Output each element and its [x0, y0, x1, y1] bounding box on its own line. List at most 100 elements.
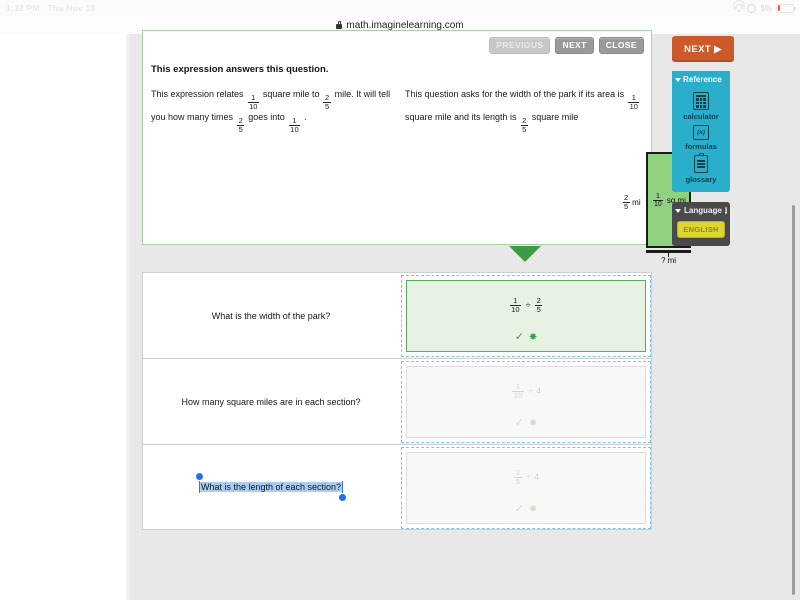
status-bar-right: 5%: [733, 0, 796, 13]
answer-operator: ÷: [528, 386, 534, 396]
status-bar: 1:32 PM Thu Nov 19 5%: [0, 0, 800, 16]
drop-zone[interactable]: 2 5 ÷ 4 ✓ ✸: [401, 447, 651, 529]
reference-panel-title: Reference: [683, 75, 722, 84]
next-button[interactable]: NEXT: [555, 37, 594, 54]
answer-status-icons: ✓ ✸: [407, 332, 645, 343]
tool-glossary-label: glossary: [685, 175, 717, 184]
triangle-down-icon[interactable]: [675, 77, 681, 82]
answer-card[interactable]: 1 10 ÷ 4 ✓ ✸: [406, 366, 646, 438]
explanation-left-column: This expression relates 1 10 square mile…: [151, 87, 401, 133]
language-english-button[interactable]: ENGLISH: [677, 221, 725, 238]
previous-button[interactable]: PREVIOUS: [489, 37, 551, 54]
drop-zone[interactable]: 1 10 ÷ 4 ✓ ✸: [401, 361, 651, 443]
fraction-2-5-a: 2 5: [323, 93, 331, 111]
language-panel: Language i ENGLISH: [672, 202, 730, 246]
tool-calculator[interactable]: calculator: [672, 92, 730, 121]
fraction-2-5-b: 2 5: [237, 116, 245, 134]
right-text-2: square mile and its length is: [405, 112, 517, 123]
check-icon: ✓: [514, 417, 524, 429]
answer-fraction-left: 1 10: [512, 382, 524, 400]
answer-operand-right: 4: [534, 472, 540, 482]
fraction-2-5-c: 2 5: [520, 116, 528, 134]
prompt-text-selected[interactable]: What is the length of each section?: [143, 445, 399, 529]
left-gutter-edge: [126, 34, 130, 600]
answer-status-icons: ✓ ✸: [407, 418, 645, 429]
selection-caret-right: [341, 481, 344, 493]
text-selection[interactable]: What is the length of each section?: [195, 473, 347, 501]
tool-calculator-label: calculator: [683, 112, 719, 121]
answer-operator: ÷: [526, 472, 532, 482]
triangle-down-icon[interactable]: [675, 208, 681, 213]
selection-caret-left: [198, 481, 201, 493]
left-gutter: [0, 34, 130, 600]
sparkle-icon[interactable]: ✸: [529, 504, 537, 515]
url-inner: math.imaginelearning.com: [336, 19, 464, 31]
left-text-5: .: [304, 112, 307, 123]
status-date: Thu Nov 19: [47, 3, 96, 13]
answer-status-icons: ✓ ✸: [407, 504, 645, 515]
sparkle-icon[interactable]: ✸: [529, 332, 537, 343]
right-text-1: This question asks for the width of the …: [405, 89, 625, 99]
calculator-icon: [693, 92, 709, 110]
next-activity-label: NEXT: [684, 43, 712, 55]
language-panel-title: Language: [684, 206, 722, 215]
table-row: How many square miles are in each sectio…: [142, 358, 652, 444]
left-text-1: This expression relates: [151, 89, 244, 99]
url-text: math.imaginelearning.com: [346, 19, 464, 31]
selection-handle-start[interactable]: [195, 473, 203, 480]
answer-expression: 1 10 ÷ 4: [407, 383, 645, 399]
fraction-1-10-c: 1 10: [628, 93, 640, 111]
status-bar-left: 1:32 PM Thu Nov 19: [6, 3, 95, 13]
tool-formulas-label: formulas: [685, 142, 717, 151]
answer-fraction-right: 2 5: [535, 296, 543, 314]
close-button[interactable]: CLOSE: [598, 37, 644, 54]
vertical-scrollbar[interactable]: [792, 205, 795, 595]
tool-glossary[interactable]: glossary: [672, 153, 730, 184]
check-icon: ✓: [514, 331, 524, 343]
fraction-1-10-a: 1 10: [247, 93, 259, 111]
play-arrow-icon: ▶: [714, 43, 722, 55]
fraction-1-10-diagram: 1 10: [652, 192, 664, 208]
wifi-icon: [733, 0, 745, 12]
table-row: What is the length of each section? 2 5 …: [142, 444, 652, 530]
tool-formulas[interactable]: (x) formulas: [672, 125, 730, 151]
prompt-text: How many square miles are in each sectio…: [181, 396, 361, 407]
diagram-width-label: ? mi: [660, 256, 677, 265]
prompt-text: What is the width of the park?: [211, 310, 331, 321]
status-time: 1:32 PM: [6, 3, 40, 13]
answer-expression: 1 10 ÷ 2 5: [407, 297, 645, 313]
language-panel-header[interactable]: Language i: [675, 206, 727, 215]
screen-root: 1:32 PM Thu Nov 19 5% math.imaginelearni…: [0, 0, 800, 600]
diagram-length-label: 2 5 mi: [621, 194, 641, 210]
matching-activity: What is the width of the park? 1 10 ÷ 2 …: [142, 272, 652, 536]
battery-percent: 5%: [760, 3, 772, 13]
answer-operator: ÷: [525, 300, 531, 310]
left-text-4: goes into: [248, 112, 285, 123]
left-text-2: square mile to: [262, 89, 320, 99]
sparkle-icon[interactable]: ✸: [529, 418, 537, 429]
selection-handle-end[interactable]: [339, 494, 347, 501]
clipboard-icon: [694, 153, 708, 173]
explanation-panel: PREVIOUS NEXT CLOSE This expression answ…: [142, 30, 691, 265]
answer-fraction-left: 2 5: [514, 468, 522, 486]
callout-pointer-icon: [509, 246, 541, 262]
right-text-3: square mile: [531, 112, 579, 123]
answer-card[interactable]: 2 5 ÷ 4 ✓ ✸: [406, 452, 646, 524]
reference-panel: Reference calculator (x) formulas glossa…: [672, 71, 730, 192]
alarm-icon: [747, 3, 757, 13]
drop-zone[interactable]: 1 10 ÷ 2 5 ✓ ✸: [401, 275, 651, 357]
right-sidebar: NEXT ▶ Reference calculator (x) formulas: [672, 36, 734, 246]
check-icon: ✓: [514, 503, 524, 515]
info-icon[interactable]: i: [724, 207, 727, 214]
fraction-2-5-diagram: 2 5: [622, 193, 630, 211]
answer-expression: 2 5 ÷ 4: [407, 469, 645, 485]
next-activity-button[interactable]: NEXT ▶: [672, 36, 734, 62]
lock-icon: [336, 21, 343, 29]
formulas-icon: (x): [693, 125, 709, 140]
reference-panel-header[interactable]: Reference: [672, 71, 730, 88]
answer-card[interactable]: 1 10 ÷ 2 5 ✓ ✸: [406, 280, 646, 352]
selected-prompt-text: What is the length of each section?: [199, 482, 343, 492]
panel-title: This expression answers this question.: [151, 64, 329, 75]
battery-icon: [776, 3, 796, 13]
answer-fraction-left: 1 10: [509, 296, 522, 314]
